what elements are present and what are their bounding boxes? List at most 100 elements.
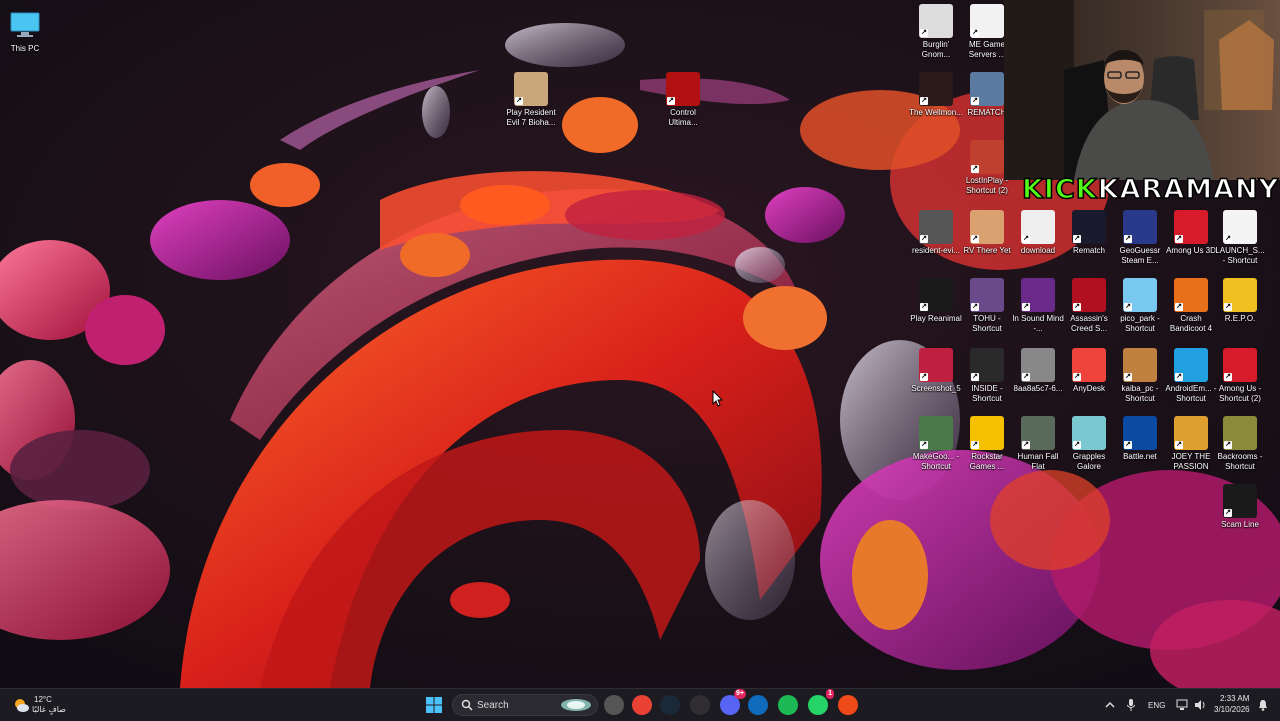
mouse-cursor-icon: [712, 390, 724, 407]
whatsapp-icon[interactable]: 1: [808, 689, 834, 715]
rv-there-yet-icon: ↗: [970, 210, 1004, 244]
desktop-icon-joey-the-passion[interactable]: ↗ JOEY THE PASSION: [1164, 416, 1218, 472]
desktop-icon-wellmonster[interactable]: ↗ The Wellmon...: [909, 72, 963, 118]
desktop-icon-android-emulator[interactable]: ↗ AndroidEm... - Shortcut: [1164, 348, 1218, 404]
desktop-icon-pico-park[interactable]: ↗ pico_park - Shortcut: [1113, 278, 1167, 334]
desktop-icon-label: Play Reanimal: [910, 314, 962, 323]
kaiba-pc-icon: ↗: [1123, 348, 1157, 382]
weather-temp: 12°C: [34, 695, 52, 704]
desktop-icon-reanimal[interactable]: ↗ Play Reanimal: [909, 278, 963, 324]
desktop-icon-label: Crash Bandicoot 4: [1169, 314, 1213, 333]
desktop-icon-human-fall-flat[interactable]: ↗ Human Fall Flat: [1011, 416, 1065, 472]
download-image-icon: ↗: [1021, 210, 1055, 244]
chevron-up-icon[interactable]: [1105, 701, 1115, 709]
shortcut-arrow-icon: ↗: [971, 373, 979, 381]
clock-date[interactable]: 3/10/2026: [1214, 705, 1250, 714]
desktop-icon-label: GeoGuessr Steam E...: [1119, 246, 1161, 265]
ea-app-icon[interactable]: [838, 695, 858, 715]
desktop-icon-battlenet[interactable]: ↗ Battle.net: [1113, 416, 1167, 462]
battlenet-icon: ↗: [1123, 416, 1157, 450]
shortcut-arrow-icon: ↗: [920, 97, 928, 105]
desktop-icon-among-us[interactable]: ↗ Among Us - Shortcut (2): [1213, 348, 1267, 404]
desktop-icon-label: MakeGoo... - Shortcut: [912, 452, 960, 471]
shortcut-arrow-icon: ↗: [1124, 303, 1132, 311]
discord-icon[interactable]: 9+: [720, 689, 746, 715]
desktop-icon-kaiba-pc[interactable]: ↗ kaiba_pc - Shortcut: [1113, 348, 1167, 404]
chrome-icon[interactable]: [632, 695, 652, 715]
desktop-icon-repo[interactable]: ↗ R.E.P.O.: [1213, 278, 1267, 324]
desktop-icon-screenshot[interactable]: ↗ Screenshot_5: [909, 348, 963, 394]
monitor-icon: [8, 8, 42, 42]
control-game-icon: ↗: [666, 72, 700, 106]
grapples-galore-icon: ↗: [1072, 416, 1106, 450]
desktop-icon-label: LAUNCH_S... - Shortcut: [1215, 246, 1265, 265]
desktop-icon-backrooms[interactable]: ↗ Backrooms - Shortcut: [1213, 416, 1267, 472]
desktop-icon-rv-there-yet[interactable]: ↗ RV There Yet: [960, 210, 1014, 256]
shortcut-arrow-icon: ↗: [920, 441, 928, 449]
shortcut-arrow-icon: ↗: [1224, 373, 1232, 381]
repo-icon: ↗: [1223, 278, 1257, 312]
burglin-gnomes-icon: ↗: [919, 4, 953, 38]
language-indicator[interactable]: ENG: [1148, 701, 1165, 710]
desktop-icon-label: kaiba_pc - Shortcut: [1121, 384, 1159, 403]
scam-line-icon: ↗: [1223, 484, 1257, 518]
shortcut-arrow-icon: ↗: [1022, 373, 1030, 381]
spotify-icon[interactable]: [778, 695, 798, 715]
taskbar-search-box[interactable]: Search: [452, 694, 598, 716]
desktop-icon-make-goose[interactable]: ↗ MakeGoo... - Shortcut: [909, 416, 963, 472]
desktop-icon-resident-evil-7[interactable]: ↗ Play Resident Evil 7 Bioha...: [504, 72, 558, 128]
desktop-icon-rockstar-games[interactable]: ↗ Rockstar Games ...: [960, 416, 1014, 472]
desktop-icon-resident-evil-thumb[interactable]: ↗ resident-evi...: [909, 210, 963, 256]
channel-name-text: KARAMANY: [1097, 173, 1280, 206]
make-goose-icon: ↗: [919, 416, 953, 450]
shortcut-arrow-icon: ↗: [1073, 441, 1081, 449]
network-icon[interactable]: [1176, 699, 1190, 711]
notification-badge: 9+: [734, 689, 746, 699]
kick-logo-text: KICK: [1021, 173, 1098, 206]
desktop-icon-label: Assassin's Creed S...: [1070, 314, 1108, 333]
obs-icon[interactable]: [690, 695, 710, 715]
wellmonster-icon: ↗: [919, 72, 953, 106]
desktop-icon-label: This PC: [10, 44, 40, 53]
desktop-icon-burglin-gnomes[interactable]: ↗ Burglin' Gnom...: [909, 4, 963, 60]
pico-park-icon: ↗: [1123, 278, 1157, 312]
desktop-icon-label: The Wellmon...: [909, 108, 963, 117]
desktop-icon-in-sound-mind[interactable]: ↗ In Sound Mind -...: [1011, 278, 1065, 334]
shortcut-arrow-icon: ↗: [1073, 373, 1081, 381]
desktop-icon-rematch-dark[interactable]: ↗ Rematch: [1062, 210, 1116, 256]
desktop-icon-control-game[interactable]: ↗ Control Ultima...: [656, 72, 710, 128]
desktop-icon-tohu[interactable]: ↗ TOHU - Shortcut: [960, 278, 1014, 334]
shortcut-arrow-icon: ↗: [667, 97, 675, 105]
desktop-icon-scam-line[interactable]: ↗ Scam Line: [1213, 484, 1267, 530]
volume-icon[interactable]: [1194, 699, 1206, 711]
microphone-icon[interactable]: [1127, 699, 1135, 711]
desktop-icon-download-image[interactable]: ↗ download: [1011, 210, 1065, 256]
desktop-icon-label: Rockstar Games ...: [969, 452, 1005, 471]
desktop-icon-label: pico_park - Shortcut: [1120, 314, 1160, 333]
notifications-bell-icon[interactable]: [1258, 699, 1268, 711]
desktop-icon-anydesk[interactable]: ↗ AnyDesk: [1062, 348, 1116, 394]
desktop-icon-among-us-3d[interactable]: ↗ Among Us 3D: [1164, 210, 1218, 256]
outlook-icon[interactable]: [748, 695, 768, 715]
desktop-icon-launch-settings[interactable]: ↗ LAUNCH_S... - Shortcut: [1213, 210, 1267, 266]
desktop-icon-this-pc[interactable]: This PC: [0, 8, 52, 54]
anydesk-icon: ↗: [1072, 348, 1106, 382]
shortcut-arrow-icon: ↗: [1022, 235, 1030, 243]
clock-time[interactable]: 2:33 AM: [1220, 694, 1249, 703]
desktop-icon-inside[interactable]: ↗ INSIDE - Shortcut: [960, 348, 1014, 404]
desktop-icon-geoguessr[interactable]: ↗ GeoGuessr Steam E...: [1113, 210, 1167, 266]
search-icon: [461, 699, 473, 711]
shortcut-arrow-icon: ↗: [971, 165, 979, 173]
launch-settings-icon: ↗: [1223, 210, 1257, 244]
weather-widget[interactable]: 12°C صافٍ غالبًا: [10, 693, 90, 717]
desktop-icon-grapples-galore[interactable]: ↗ Grapples Galore: [1062, 416, 1116, 472]
windows-start-icon[interactable]: [424, 695, 444, 715]
steam-icon[interactable]: [660, 695, 680, 715]
backrooms-icon: ↗: [1223, 416, 1257, 450]
shortcut-arrow-icon: ↗: [971, 235, 979, 243]
task-view-icon[interactable]: [604, 695, 624, 715]
desktop-icon-crash-bandicoot[interactable]: ↗ Crash Bandicoot 4: [1164, 278, 1218, 334]
assassins-creed-icon: ↗: [1072, 278, 1106, 312]
desktop-icon-image-file[interactable]: ↗ 8aa8a5c7-6...: [1011, 348, 1065, 394]
desktop-icon-assassins-creed[interactable]: ↗ Assassin's Creed S...: [1062, 278, 1116, 334]
